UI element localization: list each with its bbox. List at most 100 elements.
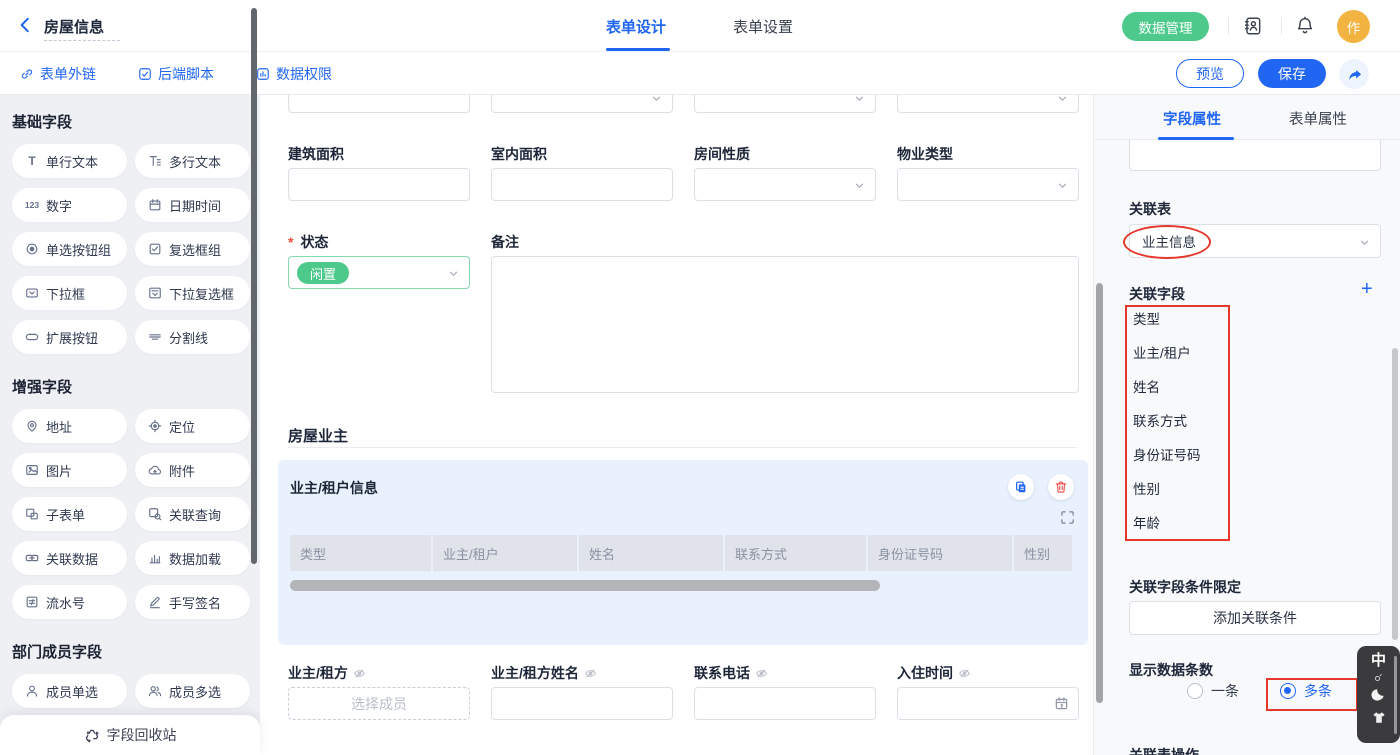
field-pill[interactable]: 流水号: [12, 585, 127, 619]
property-type-select[interactable]: [897, 168, 1079, 201]
related-field-item[interactable]: 业主/租户: [1133, 337, 1233, 371]
radio-multiple[interactable]: [1280, 683, 1296, 699]
field-pill[interactable]: 多行文本: [135, 144, 250, 178]
field-pill[interactable]: 下拉复选框: [135, 276, 250, 310]
tab-form-settings[interactable]: 表单设置: [733, 16, 793, 37]
field-pill[interactable]: 成员多选: [135, 674, 250, 708]
field-pill[interactable]: 地址: [12, 409, 127, 443]
add-field-icon[interactable]: +: [1361, 279, 1373, 299]
related-field-item[interactable]: 年龄: [1133, 507, 1233, 541]
text-input[interactable]: [288, 95, 470, 113]
subtable-column-header: 性别: [1014, 535, 1072, 571]
shirt-icon[interactable]: [1371, 710, 1387, 731]
owner-name-input[interactable]: [491, 687, 673, 720]
avatar[interactable]: 作: [1337, 10, 1370, 43]
member-multi-icon: [147, 683, 163, 699]
save-button[interactable]: 保存: [1258, 59, 1326, 88]
field-recycle-bin[interactable]: 字段回收站: [0, 715, 260, 755]
field-pill[interactable]: T 单行文本: [12, 144, 127, 178]
field-pill[interactable]: 附件: [135, 453, 250, 487]
related-table-select[interactable]: 业主信息: [1129, 224, 1381, 258]
movein-date-input[interactable]: [897, 687, 1079, 720]
subtable-widget[interactable]: 业主/租户信息 类型业主/租户姓名联系方式身份证号码性别: [278, 460, 1088, 645]
sidebar-scrollbar[interactable]: [251, 8, 257, 564]
section-title-enhanced: 增强字段: [12, 376, 260, 396]
status-select[interactable]: 闲置: [288, 256, 470, 289]
tab-form-properties[interactable]: 表单属性: [1278, 108, 1358, 129]
title-edit-underline: [44, 40, 120, 41]
copy-icon[interactable]: [1008, 474, 1034, 500]
ime-punctuation-icon[interactable]: [1373, 672, 1384, 683]
select-input[interactable]: [491, 95, 673, 113]
single-line-text-icon: T: [24, 153, 40, 169]
subtable-column-header: 类型: [290, 535, 433, 571]
field-labels-row: 建筑面积 室内面积 房间性质 物业类型: [288, 144, 1079, 164]
section-divider: [288, 447, 1077, 448]
tab-form-design[interactable]: 表单设计: [606, 16, 666, 37]
field-pill[interactable]: 日期时间: [135, 188, 250, 222]
number-icon: 123: [24, 197, 40, 213]
field-pill[interactable]: 定位: [135, 409, 250, 443]
serial-number-icon: [24, 594, 40, 610]
field-pill[interactable]: 关联查询: [135, 497, 250, 531]
clipped-input[interactable]: [1129, 140, 1381, 171]
add-condition-button[interactable]: 添加关联条件: [1129, 601, 1381, 635]
related-field-item[interactable]: 姓名: [1133, 371, 1233, 405]
contact-book-icon[interactable]: [1243, 16, 1263, 36]
field-pill[interactable]: 单选按钮组: [12, 232, 127, 266]
radio-single[interactable]: [1187, 683, 1203, 699]
field-label: 入住时间: [897, 663, 1079, 683]
ime-toolbar[interactable]: 中: [1357, 646, 1400, 743]
radio-multiple-label[interactable]: 多条: [1304, 683, 1332, 700]
canvas-scrollbar[interactable]: [1096, 283, 1103, 703]
select-input[interactable]: [897, 95, 1079, 113]
field-pill[interactable]: 下拉框: [12, 276, 127, 310]
field-pill[interactable]: 手写签名: [135, 585, 250, 619]
table-ops-label: 关联表操作: [1129, 745, 1199, 755]
expand-icon[interactable]: [1060, 510, 1076, 526]
field-pill[interactable]: 关联数据: [12, 541, 127, 575]
indoor-area-input[interactable]: [491, 168, 673, 201]
toolbar-link[interactable]: 后端脚本: [138, 64, 214, 84]
field-pill[interactable]: 复选框组: [135, 232, 250, 266]
toolbar-link[interactable]: 数据权限: [256, 64, 332, 84]
bell-icon[interactable]: [1295, 16, 1315, 36]
field-pill[interactable]: 图片: [12, 453, 127, 487]
subtable-hscrollbar[interactable]: [290, 580, 880, 591]
share-button[interactable]: [1339, 59, 1369, 89]
status-tag: 闲置: [297, 262, 349, 284]
field-pill[interactable]: 分割线: [135, 320, 250, 354]
field-label: 室内面积: [491, 144, 673, 164]
field-pill[interactable]: 123 数字: [12, 188, 127, 222]
data-manage-button[interactable]: 数据管理: [1122, 12, 1209, 41]
window-scrollbar[interactable]: [1392, 348, 1398, 640]
script-icon: [138, 67, 152, 81]
radio-group-icon: [24, 241, 40, 257]
preview-button[interactable]: 预览: [1176, 59, 1244, 88]
field-pill[interactable]: 扩展按钮: [12, 320, 127, 354]
remark-textarea[interactable]: [491, 256, 1079, 393]
location-icon: [147, 418, 163, 434]
member-picker[interactable]: 选择成员: [288, 687, 470, 720]
related-field-item[interactable]: 身份证号码: [1133, 439, 1233, 473]
field-pill[interactable]: 成员单选: [12, 674, 127, 708]
form-canvas: 建筑面积 室内面积 房间性质 物业类型 状态 备注 闲置 房屋业主 业主/租户信…: [260, 95, 1093, 755]
signature-icon: [147, 594, 163, 610]
related-field-item[interactable]: 性别: [1133, 473, 1233, 507]
ime-language-toggle[interactable]: 中: [1371, 653, 1386, 669]
tab-field-properties[interactable]: 字段属性: [1152, 108, 1232, 129]
moon-icon[interactable]: [1371, 686, 1387, 707]
toolbar-link[interactable]: 表单外链: [20, 64, 96, 84]
room-nature-select[interactable]: [694, 168, 876, 201]
related-field-item[interactable]: 联系方式: [1133, 405, 1233, 439]
trash-icon[interactable]: [1048, 474, 1074, 500]
back-icon[interactable]: [16, 15, 36, 37]
select-input[interactable]: [694, 95, 876, 113]
related-field-item[interactable]: 类型: [1133, 303, 1233, 337]
building-area-input[interactable]: [288, 168, 470, 201]
phone-input[interactable]: [694, 687, 876, 720]
field-pill[interactable]: 数据加载: [135, 541, 250, 575]
radio-single-label[interactable]: 一条: [1211, 683, 1239, 700]
field-pill[interactable]: 子表单: [12, 497, 127, 531]
panel-tabs: 字段属性 表单属性: [1094, 95, 1400, 140]
